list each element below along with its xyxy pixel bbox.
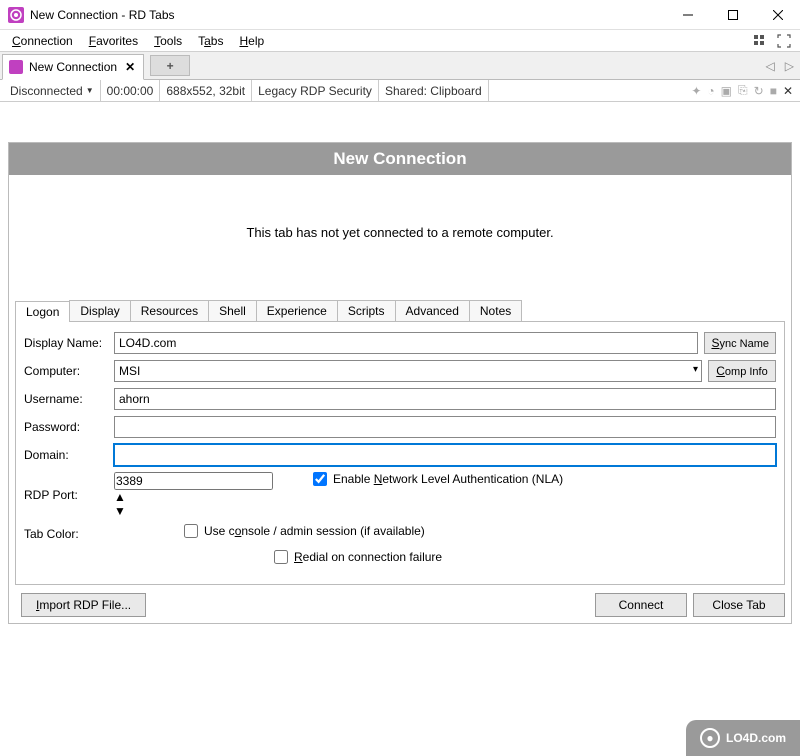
tab-icon — [9, 60, 23, 74]
nla-checkbox[interactable] — [313, 472, 327, 486]
display-name-label: Display Name: — [24, 336, 114, 350]
menu-favorites[interactable]: Favorites — [81, 32, 146, 50]
watermark-icon: ● — [700, 728, 720, 748]
titlebar: New Connection - RD Tabs — [0, 0, 800, 30]
rdp-port-input[interactable] — [114, 472, 273, 490]
console-label: Use console / admin session (if availabl… — [204, 524, 425, 538]
tab-advanced[interactable]: Advanced — [395, 300, 470, 321]
status-resolution: 688x552, 32bit — [160, 80, 252, 101]
tab-display[interactable]: Display — [69, 300, 130, 321]
tab-resources[interactable]: Resources — [130, 300, 209, 321]
tab-title: New Connection — [29, 60, 117, 74]
tab-scripts[interactable]: Scripts — [337, 300, 396, 321]
status-state[interactable]: Disconnected▼ — [4, 80, 101, 101]
domain-label: Domain: — [24, 448, 114, 462]
panel-message: This tab has not yet connected to a remo… — [9, 175, 791, 300]
watermark: ● LO4D.com — [686, 720, 800, 756]
computer-label: Computer: — [24, 364, 114, 378]
comp-info-button[interactable]: Comp Info — [708, 360, 776, 382]
tab-shell[interactable]: Shell — [208, 300, 257, 321]
copy-icon[interactable]: ⎘ — [735, 83, 751, 98]
username-label: Username: — [24, 392, 114, 406]
window-title: New Connection - RD Tabs — [30, 8, 665, 22]
fullscreen-icon[interactable] — [772, 34, 796, 48]
camera-icon[interactable]: ▣ — [718, 84, 735, 98]
new-tab-button[interactable]: + — [150, 55, 190, 76]
close-panel-icon[interactable]: ✕ — [780, 84, 796, 98]
tab-notes[interactable]: Notes — [469, 300, 522, 321]
tab-close-icon[interactable]: ✕ — [123, 60, 137, 74]
password-input[interactable] — [114, 416, 776, 438]
status-time: 00:00:00 — [101, 80, 161, 101]
menu-tabs[interactable]: Tabs — [190, 32, 231, 50]
redial-checkbox[interactable] — [274, 550, 288, 564]
settings-tabs: Logon Display Resources Shell Experience… — [15, 300, 785, 322]
stop-icon[interactable]: ■ — [767, 84, 780, 98]
statusbar: Disconnected▼ 00:00:00 688x552, 32bit Le… — [0, 80, 800, 102]
connect-button[interactable]: Connect — [595, 593, 687, 617]
settings-body: Display Name: Sync Name Computer: ▾ Comp… — [15, 322, 785, 585]
tab-scroll-left-icon[interactable]: ◁ — [762, 59, 779, 73]
tab-experience[interactable]: Experience — [256, 300, 338, 321]
pin-icon[interactable]: ✦ — [688, 84, 704, 98]
tab-nav: ◁ ▷ — [762, 52, 798, 79]
menu-help[interactable]: Help — [231, 32, 272, 50]
domain-input[interactable] — [114, 444, 776, 466]
app-icon — [8, 7, 24, 23]
menubar: Connection Favorites Tools Tabs Help — [0, 30, 800, 52]
menu-connection[interactable]: Connection — [4, 32, 81, 50]
status-security: Legacy RDP Security — [252, 80, 379, 101]
close-button[interactable] — [755, 0, 800, 30]
tab-logon[interactable]: Logon — [15, 301, 70, 322]
tabstrip: New Connection ✕ + ◁ ▷ — [0, 52, 800, 80]
display-name-input[interactable] — [114, 332, 698, 354]
content-area: New Connection This tab has not yet conn… — [0, 102, 800, 632]
refresh-icon[interactable]: ↻ — [751, 84, 767, 98]
panel-header: New Connection — [9, 143, 791, 175]
port-spin-up-icon[interactable]: ▲ — [114, 490, 273, 504]
import-rdp-button[interactable]: Import RDP File... — [21, 593, 146, 617]
rdp-port-label: RDP Port: — [24, 488, 114, 502]
connection-panel: New Connection This tab has not yet conn… — [8, 142, 792, 624]
password-label: Password: — [24, 420, 114, 434]
nla-label: Enable Network Level Authentication (NLA… — [333, 472, 563, 486]
console-checkbox[interactable] — [184, 524, 198, 538]
redial-label: Redial on connection failure — [294, 550, 442, 564]
close-tab-button[interactable]: Close Tab — [693, 593, 785, 617]
tab-new-connection[interactable]: New Connection ✕ — [2, 54, 144, 80]
computer-input[interactable] — [114, 360, 702, 382]
bottom-buttons: Import RDP File... Connect Close Tab — [15, 585, 785, 617]
thumbnails-icon[interactable] — [748, 34, 772, 48]
menu-tools[interactable]: Tools — [146, 32, 190, 50]
tab-color-label: Tab Color: — [24, 527, 114, 541]
username-input[interactable] — [114, 388, 776, 410]
sync-name-button[interactable]: Sync Name — [704, 332, 776, 354]
status-shared: Shared: Clipboard — [379, 80, 489, 101]
port-spin-down-icon[interactable]: ▼ — [114, 504, 273, 518]
tab-scroll-right-icon[interactable]: ▷ — [781, 59, 798, 73]
maximize-button[interactable] — [710, 0, 755, 30]
minimize-button[interactable] — [665, 0, 710, 30]
clock-icon[interactable]: ◔ — [704, 84, 717, 98]
